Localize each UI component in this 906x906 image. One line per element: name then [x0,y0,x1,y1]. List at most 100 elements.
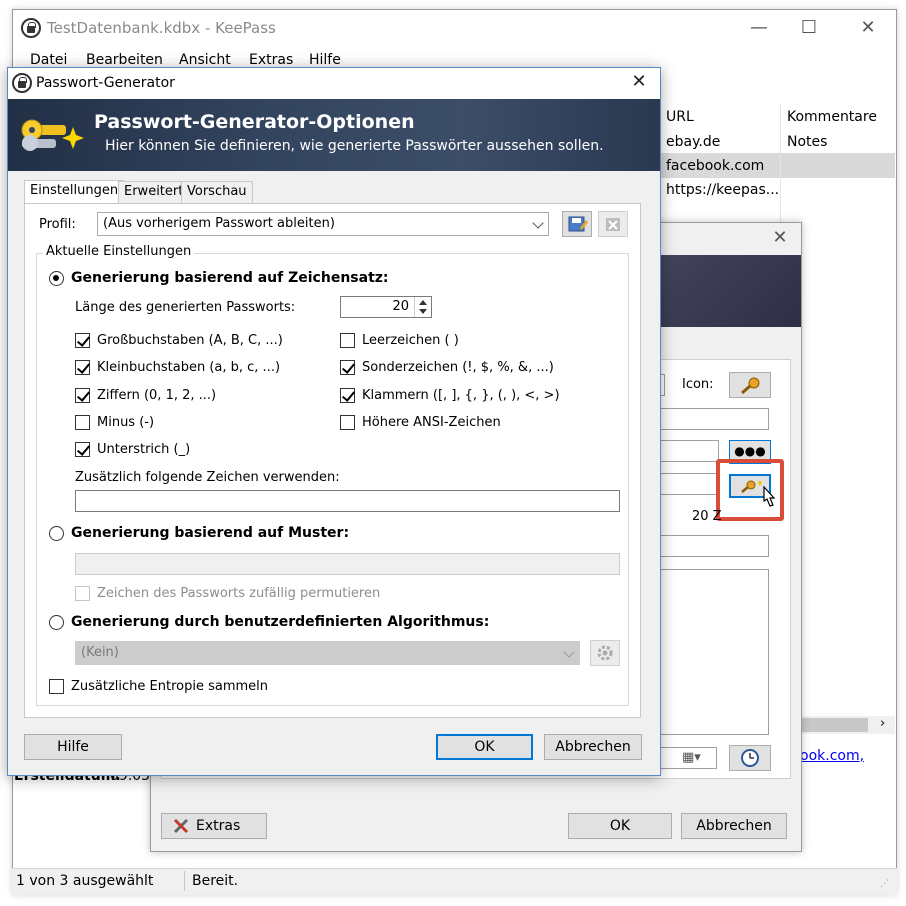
resize-grip-icon[interactable]: ⋰ [880,879,889,889]
generator-ok-button[interactable]: OK [436,734,533,760]
settings-tab-panel: Profil: (Aus vorherigem Passwort ableite… [24,203,641,718]
entry-repeat-field[interactable] [651,473,719,495]
algorithm-radio[interactable] [49,615,64,630]
checkbox-uppercase[interactable] [75,333,90,348]
profile-value: (Aus vorherigem Passwort ableiten) [103,216,335,231]
checkbox-permute[interactable] [75,586,90,601]
entry-url-field[interactable] [651,535,769,557]
statusbar: 1 von 3 ausgewählt Bereit. ⋰ [12,868,897,895]
status-selection: 1 von 3 ausgewählt [16,873,154,889]
spin-down-icon[interactable] [419,309,427,314]
algorithm-select[interactable]: (Kein) [75,641,580,665]
column-header-notes[interactable]: Kommentare [787,109,877,125]
menu-extras[interactable]: Extras [249,52,293,68]
checkbox-entropy-label[interactable]: Zusätzliche Entropie sammeln [71,679,268,694]
spin-up-icon[interactable] [419,300,427,305]
clock-icon [741,749,759,767]
checkbox-space-label[interactable]: Leerzeichen ( ) [362,333,459,348]
main-titlebar[interactable]: TestDatenbank.kdbx - KeePass — ☐ ✕ [13,10,896,48]
checkbox-minus-label[interactable]: Minus (-) [97,415,154,430]
expiry-presets-button[interactable] [729,745,771,771]
chevron-down-icon [532,217,544,229]
banner-subtitle: Hier können Sie definieren, wie generier… [105,138,604,154]
pattern-radio[interactable] [49,526,64,541]
checkbox-digits-label[interactable]: Ziffern (0, 1, 2, ...) [97,388,216,403]
row-1-notes[interactable]: Notes [787,134,827,150]
calendar-icon[interactable]: ▦▾ [682,750,701,765]
length-value: 20 [392,299,409,314]
menu-bearbeiten[interactable]: Bearbeiten [86,52,163,68]
details-url-link[interactable]: ook.com, [800,748,864,764]
menu-hilfe[interactable]: Hilfe [309,52,341,68]
checkbox-underscore[interactable] [75,442,90,457]
checkbox-high-ansi-label[interactable]: Höhere ANSI-Zeichen [362,415,501,430]
help-button[interactable]: Hilfe [24,734,122,760]
generator-lock-icon [12,73,32,93]
checkbox-high-ansi[interactable] [340,415,355,430]
pattern-input[interactable] [75,553,620,575]
checkbox-brackets-label[interactable]: Klammern ([, ], {, }, (, ), <, >) [362,388,560,403]
checkbox-space[interactable] [340,333,355,348]
charset-radio-label[interactable]: Generierung basierend auf Zeichensatz: [71,270,389,286]
main-window-title: TestDatenbank.kdbx - KeePass [47,19,276,37]
row-1-url[interactable]: ebay.de [666,134,720,150]
algorithm-radio-label[interactable]: Generierung durch benutzerdefinierten Al… [71,614,489,630]
entry-close-icon[interactable]: ✕ [765,227,795,248]
entry-icon-button[interactable] [729,372,771,398]
entry-password-field[interactable] [651,440,719,462]
entry-extras-label: Extras [196,818,241,834]
gear-icon [597,645,613,661]
checkbox-special[interactable] [340,360,355,375]
tab-vorschau[interactable]: Vorschau [181,181,253,203]
checkbox-entropy[interactable] [49,679,64,694]
checkbox-lowercase[interactable] [75,360,90,375]
scroll-right-icon[interactable]: › [880,716,885,731]
tab-erweitert[interactable]: Erweitert [118,181,190,203]
tab-einstellungen[interactable]: Einstellungen [24,180,125,204]
maximize-icon[interactable]: ☐ [794,17,824,38]
save-profile-button[interactable] [562,211,592,237]
password-length-text: 20 Z [692,509,722,524]
entry-icon-label: Icon: [682,377,714,392]
delete-profile-button[interactable] [598,211,628,237]
generator-window-title: Passwort-Generator [36,75,175,91]
checkbox-lowercase-label[interactable]: Kleinbuchstaben (a, b, c, ...) [97,360,280,375]
entry-user-field[interactable] [651,408,769,430]
delete-icon [606,218,620,231]
checkbox-brackets[interactable] [340,388,355,403]
close-icon[interactable]: ✕ [853,17,883,38]
row-2-url[interactable]: facebook.com [666,158,764,174]
checkbox-special-label[interactable]: Sonderzeichen (!, $, %, &, ...) [362,360,554,375]
spinner-arrows[interactable] [414,297,431,317]
algorithm-options-button[interactable] [590,640,620,666]
pattern-radio-label[interactable]: Generierung basierend auf Muster: [71,525,349,541]
checkbox-minus[interactable] [75,415,90,430]
minimize-icon[interactable]: — [744,17,774,38]
length-label: Länge des generierten Passworts: [75,300,296,315]
generator-cancel-button[interactable]: Abbrechen [544,734,642,760]
entry-ok-button[interactable]: OK [568,813,672,839]
checkbox-permute-label[interactable]: Zeichen des Passworts zufällig permutier… [97,586,380,601]
menu-datei[interactable]: Datei [30,52,67,68]
chevron-down-icon [563,646,575,658]
entry-cancel-button[interactable]: Abbrechen [681,813,787,839]
charset-radio[interactable] [49,271,64,286]
algorithm-value: (Kein) [81,645,119,660]
extra-chars-input[interactable] [75,490,620,512]
entry-extras-button[interactable]: Extras [161,813,267,839]
tools-icon [173,818,189,834]
length-spinner[interactable]: 20 [340,296,432,318]
menu-ansicht[interactable]: Ansicht [179,52,231,68]
entry-notes-field[interactable] [651,569,769,735]
column-header-url[interactable]: URL [666,109,694,125]
generator-titlebar[interactable]: Passwort-Generator ✕ [8,68,660,99]
profile-select[interactable]: (Aus vorherigem Passwort ableiten) [97,212,549,236]
row-3-url[interactable]: https://keepas... [666,182,779,198]
checkbox-digits[interactable] [75,388,90,403]
banner-title: Passwort-Generator-Optionen [94,111,415,133]
generator-close-icon[interactable]: ✕ [624,71,654,92]
extra-chars-label: Zusätzlich folgende Zeichen verwenden: [75,470,340,485]
checkbox-underscore-label[interactable]: Unterstrich (_) [97,442,190,457]
password-generator-dialog: Passwort-Generator ✕ Passwort-Generator-… [7,67,661,776]
checkbox-uppercase-label[interactable]: Großbuchstaben (A, B, C, ...) [97,333,283,348]
